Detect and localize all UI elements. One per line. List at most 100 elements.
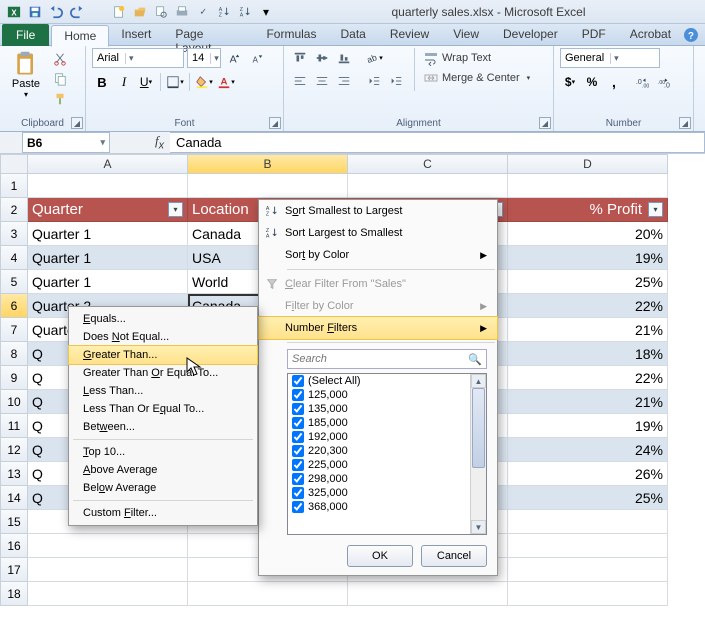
less-than-or-equal-item[interactable]: Less Than Or Equal To... <box>69 400 257 418</box>
row-header[interactable]: 17 <box>0 558 28 582</box>
filter-value-item[interactable]: 225,000 <box>288 458 486 472</box>
decrease-indent-icon[interactable] <box>364 71 384 91</box>
filter-value-item[interactable]: 220,300 <box>288 444 486 458</box>
cell[interactable]: Quarter 1 <box>28 222 188 246</box>
copy-icon[interactable] <box>50 70 70 88</box>
cell[interactable] <box>348 582 508 606</box>
grow-font-icon[interactable]: A <box>224 48 244 68</box>
row-header[interactable]: 10 <box>0 390 28 414</box>
underline-button[interactable]: U▾ <box>136 72 156 92</box>
clipboard-dialog-launcher[interactable]: ◢ <box>71 117 83 129</box>
checkbox[interactable] <box>292 501 304 513</box>
fx-icon[interactable]: fx <box>155 133 164 152</box>
row-header[interactable]: 2 <box>0 198 28 222</box>
checkbox[interactable] <box>292 389 304 401</box>
cell[interactable]: 19% <box>508 414 668 438</box>
row-header[interactable]: 8 <box>0 342 28 366</box>
align-center-icon[interactable] <box>312 71 332 91</box>
align-left-icon[interactable] <box>290 71 310 91</box>
custom-filter-item[interactable]: Custom Filter... <box>69 504 257 522</box>
increase-indent-icon[interactable] <box>386 71 406 91</box>
print-preview-icon[interactable] <box>151 2 171 22</box>
wrap-text-button[interactable]: Wrap Text <box>423 48 530 68</box>
decrease-decimal-icon[interactable]: .00.0 <box>654 72 674 92</box>
row-header[interactable]: 13 <box>0 462 28 486</box>
cell[interactable]: 24% <box>508 438 668 462</box>
comma-icon[interactable]: , <box>604 72 624 92</box>
filter-value-item[interactable]: 368,000 <box>288 500 486 514</box>
align-bottom-icon[interactable] <box>334 48 354 68</box>
alignment-dialog-launcher[interactable]: ◢ <box>539 117 551 129</box>
above-average-item[interactable]: Above Average <box>69 461 257 479</box>
border-button[interactable]: ▾ <box>165 72 185 92</box>
top-10-item[interactable]: Top 10... <box>69 443 257 461</box>
checkbox[interactable] <box>292 431 304 443</box>
header-profit[interactable]: % Profit <box>508 198 668 222</box>
not-equal-item[interactable]: Does Not Equal... <box>69 328 257 346</box>
filter-values-list[interactable]: (Select All)125,000135,000185,000192,000… <box>287 373 487 535</box>
number-format-combo[interactable]: General▾ <box>560 48 660 68</box>
checkbox[interactable] <box>292 375 304 387</box>
cell[interactable] <box>508 558 668 582</box>
col-header-b[interactable]: B <box>188 154 348 174</box>
cell[interactable]: 26% <box>508 462 668 486</box>
col-header-a[interactable]: A <box>28 154 188 174</box>
tab-review[interactable]: Review <box>378 24 441 46</box>
tab-developer[interactable]: Developer <box>491 24 570 46</box>
name-box[interactable]: B6▾ <box>22 132 110 153</box>
formula-input[interactable]: Canada <box>170 132 705 153</box>
cell[interactable] <box>28 558 188 582</box>
col-header-d[interactable]: D <box>508 154 668 174</box>
cut-icon[interactable] <box>50 50 70 68</box>
redo-icon[interactable] <box>67 2 87 22</box>
equals-item[interactable]: Equals... <box>69 310 257 328</box>
format-painter-icon[interactable] <box>50 90 70 108</box>
font-dialog-launcher[interactable]: ◢ <box>269 117 281 129</box>
row-header[interactable]: 14 <box>0 486 28 510</box>
sort-asc-icon[interactable]: AZ <box>214 2 234 22</box>
fill-color-button[interactable]: ▾ <box>194 72 214 92</box>
tab-file[interactable]: File <box>2 24 49 46</box>
align-middle-icon[interactable] <box>312 48 332 68</box>
sort-desc-item[interactable]: ZASort Largest to Smallest <box>259 222 497 244</box>
between-item[interactable]: Between... <box>69 418 257 436</box>
below-average-item[interactable]: Below Average <box>69 479 257 497</box>
row-header[interactable]: 6 <box>0 294 28 318</box>
ok-button[interactable]: OK <box>347 545 413 567</box>
row-header[interactable]: 9 <box>0 366 28 390</box>
help-icon[interactable]: ? <box>683 27 699 43</box>
tab-page-layout[interactable]: Page Layout <box>163 24 254 46</box>
filter-value-item[interactable]: 298,000 <box>288 472 486 486</box>
cell[interactable] <box>28 582 188 606</box>
row-header[interactable]: 4 <box>0 246 28 270</box>
tab-data[interactable]: Data <box>328 24 377 46</box>
cell[interactable]: 25% <box>508 486 668 510</box>
checkbox[interactable] <box>292 403 304 415</box>
scrollbar[interactable]: ▲▼ <box>470 374 486 534</box>
cell[interactable]: 22% <box>508 366 668 390</box>
number-dialog-launcher[interactable]: ◢ <box>679 117 691 129</box>
cell[interactable]: 21% <box>508 390 668 414</box>
cell[interactable] <box>28 534 188 558</box>
filter-search-box[interactable]: 🔍 <box>287 349 487 369</box>
row-header[interactable]: 7 <box>0 318 28 342</box>
filter-value-item[interactable]: 325,000 <box>288 486 486 500</box>
sort-desc-icon[interactable]: ZA <box>235 2 255 22</box>
cell[interactable] <box>508 582 668 606</box>
cell[interactable]: Quarter 1 <box>28 270 188 294</box>
row-header[interactable]: 1 <box>0 174 28 198</box>
filter-button[interactable] <box>168 202 183 217</box>
italic-button[interactable]: I <box>114 72 134 92</box>
open-icon[interactable] <box>130 2 150 22</box>
cell[interactable] <box>188 582 348 606</box>
cell[interactable]: 21% <box>508 318 668 342</box>
tab-acrobat[interactable]: Acrobat <box>618 24 683 46</box>
filter-value-item[interactable]: (Select All) <box>288 374 486 388</box>
row-header[interactable]: 18 <box>0 582 28 606</box>
row-header[interactable]: 16 <box>0 534 28 558</box>
bold-button[interactable]: B <box>92 72 112 92</box>
merge-center-button[interactable]: Merge & Center▾ <box>423 68 530 88</box>
tab-insert[interactable]: Insert <box>109 24 163 46</box>
greater-than-item[interactable]: Greater Than... <box>69 346 257 364</box>
tab-view[interactable]: View <box>441 24 491 46</box>
